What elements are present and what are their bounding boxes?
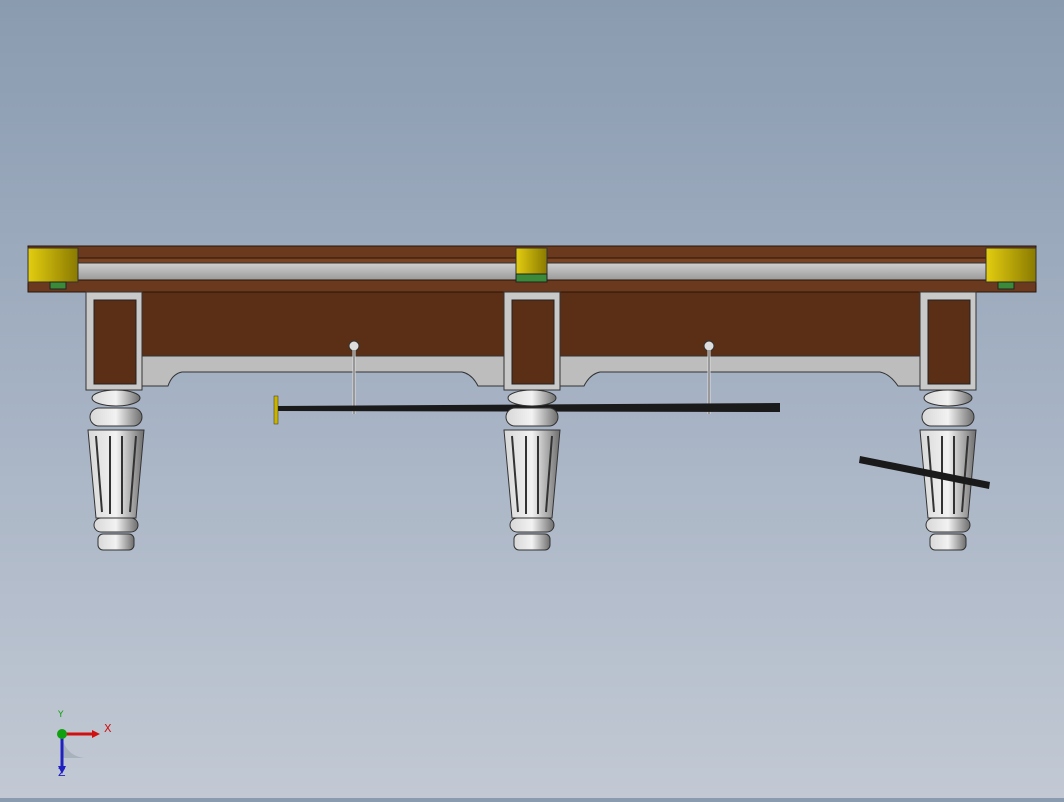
leg-block-right [919,291,977,391]
y-axis-dot [57,729,67,739]
3d-viewport[interactable] [0,0,1064,798]
leg-middle [503,389,561,551]
leg-block-middle [503,291,561,391]
middle-pocket [515,247,548,283]
leg-left [87,389,145,551]
x-axis-label: X [104,722,112,735]
coordinate-triad: X Y Z [48,710,118,788]
z-axis-label: Z [58,766,66,779]
leg-block-left [85,291,143,391]
billiard-table-model[interactable] [0,0,1064,798]
y-axis-label: Y [58,710,64,720]
